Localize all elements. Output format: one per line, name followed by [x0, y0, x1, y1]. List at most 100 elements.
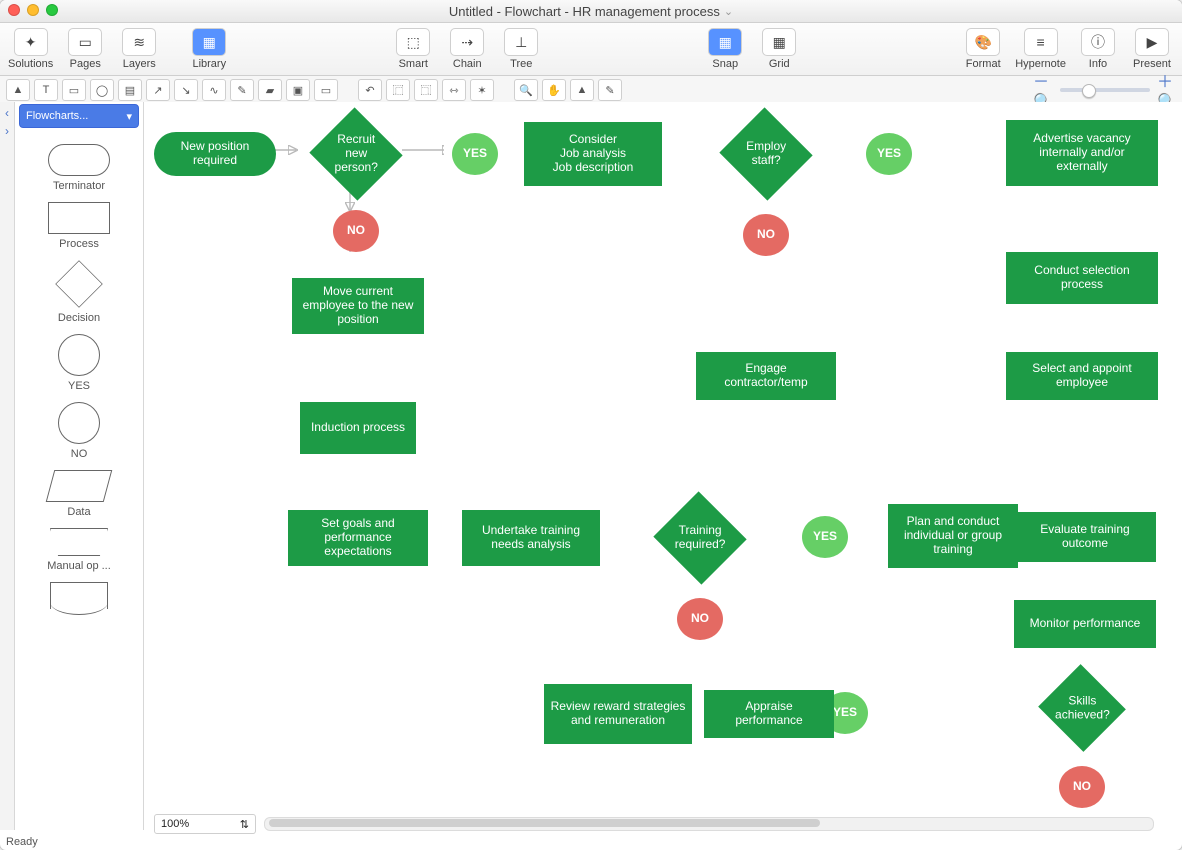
main-toolbar: ✦Solutions ▭Pages ≋Layers ▦Library ⬚Smar… [0, 23, 1182, 76]
pages-icon: ▭ [68, 28, 102, 56]
snap-button[interactable]: ▦Snap [703, 28, 747, 70]
shape-document[interactable] [50, 582, 108, 613]
undo-tool[interactable]: ↶ [358, 79, 382, 101]
library-button[interactable]: ▦Library [187, 28, 231, 70]
node-review-reward[interactable]: Review reward strategies and remuneratio… [544, 684, 692, 744]
node-evaluate[interactable]: Evaluate training outcome [1014, 512, 1156, 562]
ellipse-tool[interactable]: ◯ [90, 79, 114, 101]
node-select-appoint[interactable]: Select and appoint employee [1006, 352, 1158, 400]
ungroup-tool[interactable]: ⿹ [414, 79, 438, 101]
shape-terminator[interactable]: Terminator [48, 144, 110, 192]
node-label: NO [691, 612, 709, 626]
node-monitor[interactable]: Monitor performance [1014, 600, 1156, 648]
node-move-current[interactable]: Move current employee to the new positio… [292, 278, 424, 334]
solutions-button[interactable]: ✦Solutions [8, 28, 53, 70]
eyedropper-tool[interactable]: ✎ [598, 79, 622, 101]
node-label: Conduct selection process [1012, 264, 1152, 292]
stamp-tool[interactable]: ▣ [286, 79, 310, 101]
node-label: Move current employee to the new positio… [298, 285, 418, 326]
node-label: Consider Job analysis Job description [553, 133, 634, 174]
tree-button[interactable]: ⊥Tree [499, 28, 543, 70]
canvas[interactable]: New position required Recruit new person… [144, 102, 1182, 830]
minimize-button[interactable] [27, 4, 39, 16]
node-advertise[interactable]: Advertise vacancy internally and/or exte… [1006, 120, 1158, 186]
node-recruit-decision[interactable]: Recruit new person? [309, 107, 402, 200]
align-tool[interactable]: ⇿ [442, 79, 466, 101]
crop-tool[interactable]: ▭ [314, 79, 338, 101]
shape-data[interactable]: Data [50, 470, 108, 518]
close-button[interactable] [8, 4, 20, 16]
chain-button[interactable]: ⇢Chain [445, 28, 489, 70]
shape-yes[interactable]: YES [58, 334, 100, 392]
node-employ-decision[interactable]: Employ staff? [719, 107, 812, 200]
distribute-tool[interactable]: ✶ [470, 79, 494, 101]
zoom-tool[interactable]: 🔍 [514, 79, 538, 101]
node-undertake[interactable]: Undertake training needs analysis [462, 510, 600, 566]
node-consider[interactable]: Consider Job analysis Job description [524, 122, 662, 186]
node-no4[interactable]: NO [1059, 766, 1105, 808]
node-label: New position required [160, 140, 270, 168]
node-yes2[interactable]: YES [866, 133, 912, 175]
window-title: Untitled - Flowchart - HR management pro… [449, 4, 720, 19]
node-no2[interactable]: NO [743, 214, 789, 256]
node-appraise[interactable]: Appraise performance [704, 690, 834, 738]
left-nav-rail: ‹ › [0, 102, 15, 830]
format-button[interactable]: 🎨Format [961, 28, 1005, 70]
shape-no[interactable]: NO [58, 402, 100, 460]
pages-button[interactable]: ▭Pages [63, 28, 107, 70]
nav-forward-icon[interactable]: › [5, 124, 9, 138]
node-label: Monitor performance [1030, 617, 1141, 631]
library-selector[interactable]: Flowcharts... ▾ [19, 104, 139, 128]
node-plan-conduct[interactable]: Plan and conduct individual or group tra… [888, 504, 1018, 568]
info-button[interactable]: ⓘInfo [1076, 28, 1120, 70]
stamp2-tool[interactable]: ▲ [570, 79, 594, 101]
node-engage[interactable]: Engage contractor/temp [696, 352, 836, 400]
zoom-in-icon[interactable]: ＋🔍 [1158, 81, 1176, 99]
curve-tool[interactable]: ∿ [202, 79, 226, 101]
layers-label: Layers [123, 58, 156, 70]
node-label: Engage contractor/temp [702, 362, 830, 390]
node-yes1[interactable]: YES [452, 133, 498, 175]
highlight-tool[interactable]: ✎ [230, 79, 254, 101]
format-icon: 🎨 [966, 28, 1000, 56]
app-window: Untitled - Flowchart - HR management pro… [0, 0, 1182, 850]
node-no1[interactable]: NO [333, 210, 379, 252]
shape-manual-op[interactable]: Manual op ... [47, 528, 111, 572]
node-label: Appraise performance [710, 700, 828, 728]
layers-button[interactable]: ≋Layers [117, 28, 161, 70]
smart-button[interactable]: ⬚Smart [391, 28, 435, 70]
node-label: Review reward strategies and remuneratio… [550, 700, 686, 728]
horizontal-scrollbar[interactable] [264, 817, 1154, 831]
arrow-tool[interactable]: ▲ [6, 79, 30, 101]
maximize-button[interactable] [46, 4, 58, 16]
node-skills-decision[interactable]: Skills achieved? [1038, 664, 1126, 752]
connector-tool[interactable]: ↘ [174, 79, 198, 101]
node-training-decision[interactable]: Training required? [653, 491, 746, 584]
title-dropdown-icon[interactable]: ⌄ [724, 5, 733, 18]
zoom-dropdown[interactable]: 100%⇅ [154, 814, 256, 834]
grid-button[interactable]: ▦Grid [757, 28, 801, 70]
nav-back-icon[interactable]: ‹ [5, 106, 9, 120]
hand-tool[interactable]: ✋ [542, 79, 566, 101]
node-set-goals[interactable]: Set goals and performance expectations [288, 510, 428, 566]
shape-process[interactable]: Process [48, 202, 110, 250]
node-new-position[interactable]: New position required [154, 132, 276, 176]
zoom-out-icon[interactable]: －🔍 [1034, 81, 1052, 99]
text-tool[interactable]: T [34, 79, 58, 101]
shape-data-label: Data [67, 506, 90, 518]
fill-tool[interactable]: ▰ [258, 79, 282, 101]
group-tool[interactable]: ⿸ [386, 79, 410, 101]
hypernote-button[interactable]: ≡Hypernote [1015, 28, 1066, 70]
smart-label: Smart [399, 58, 428, 70]
table-tool[interactable]: ▤ [118, 79, 142, 101]
line-tool[interactable]: ↗ [146, 79, 170, 101]
node-induction[interactable]: Induction process [300, 402, 416, 454]
rect-tool[interactable]: ▭ [62, 79, 86, 101]
node-yes3[interactable]: YES [802, 516, 848, 558]
zoom-slider[interactable] [1060, 88, 1150, 92]
node-conduct-selection[interactable]: Conduct selection process [1006, 252, 1158, 304]
shape-decision[interactable]: Decision [55, 260, 103, 324]
present-button[interactable]: ▶Present [1130, 28, 1174, 70]
node-label: Training required? [672, 524, 728, 552]
node-no3[interactable]: NO [677, 598, 723, 640]
